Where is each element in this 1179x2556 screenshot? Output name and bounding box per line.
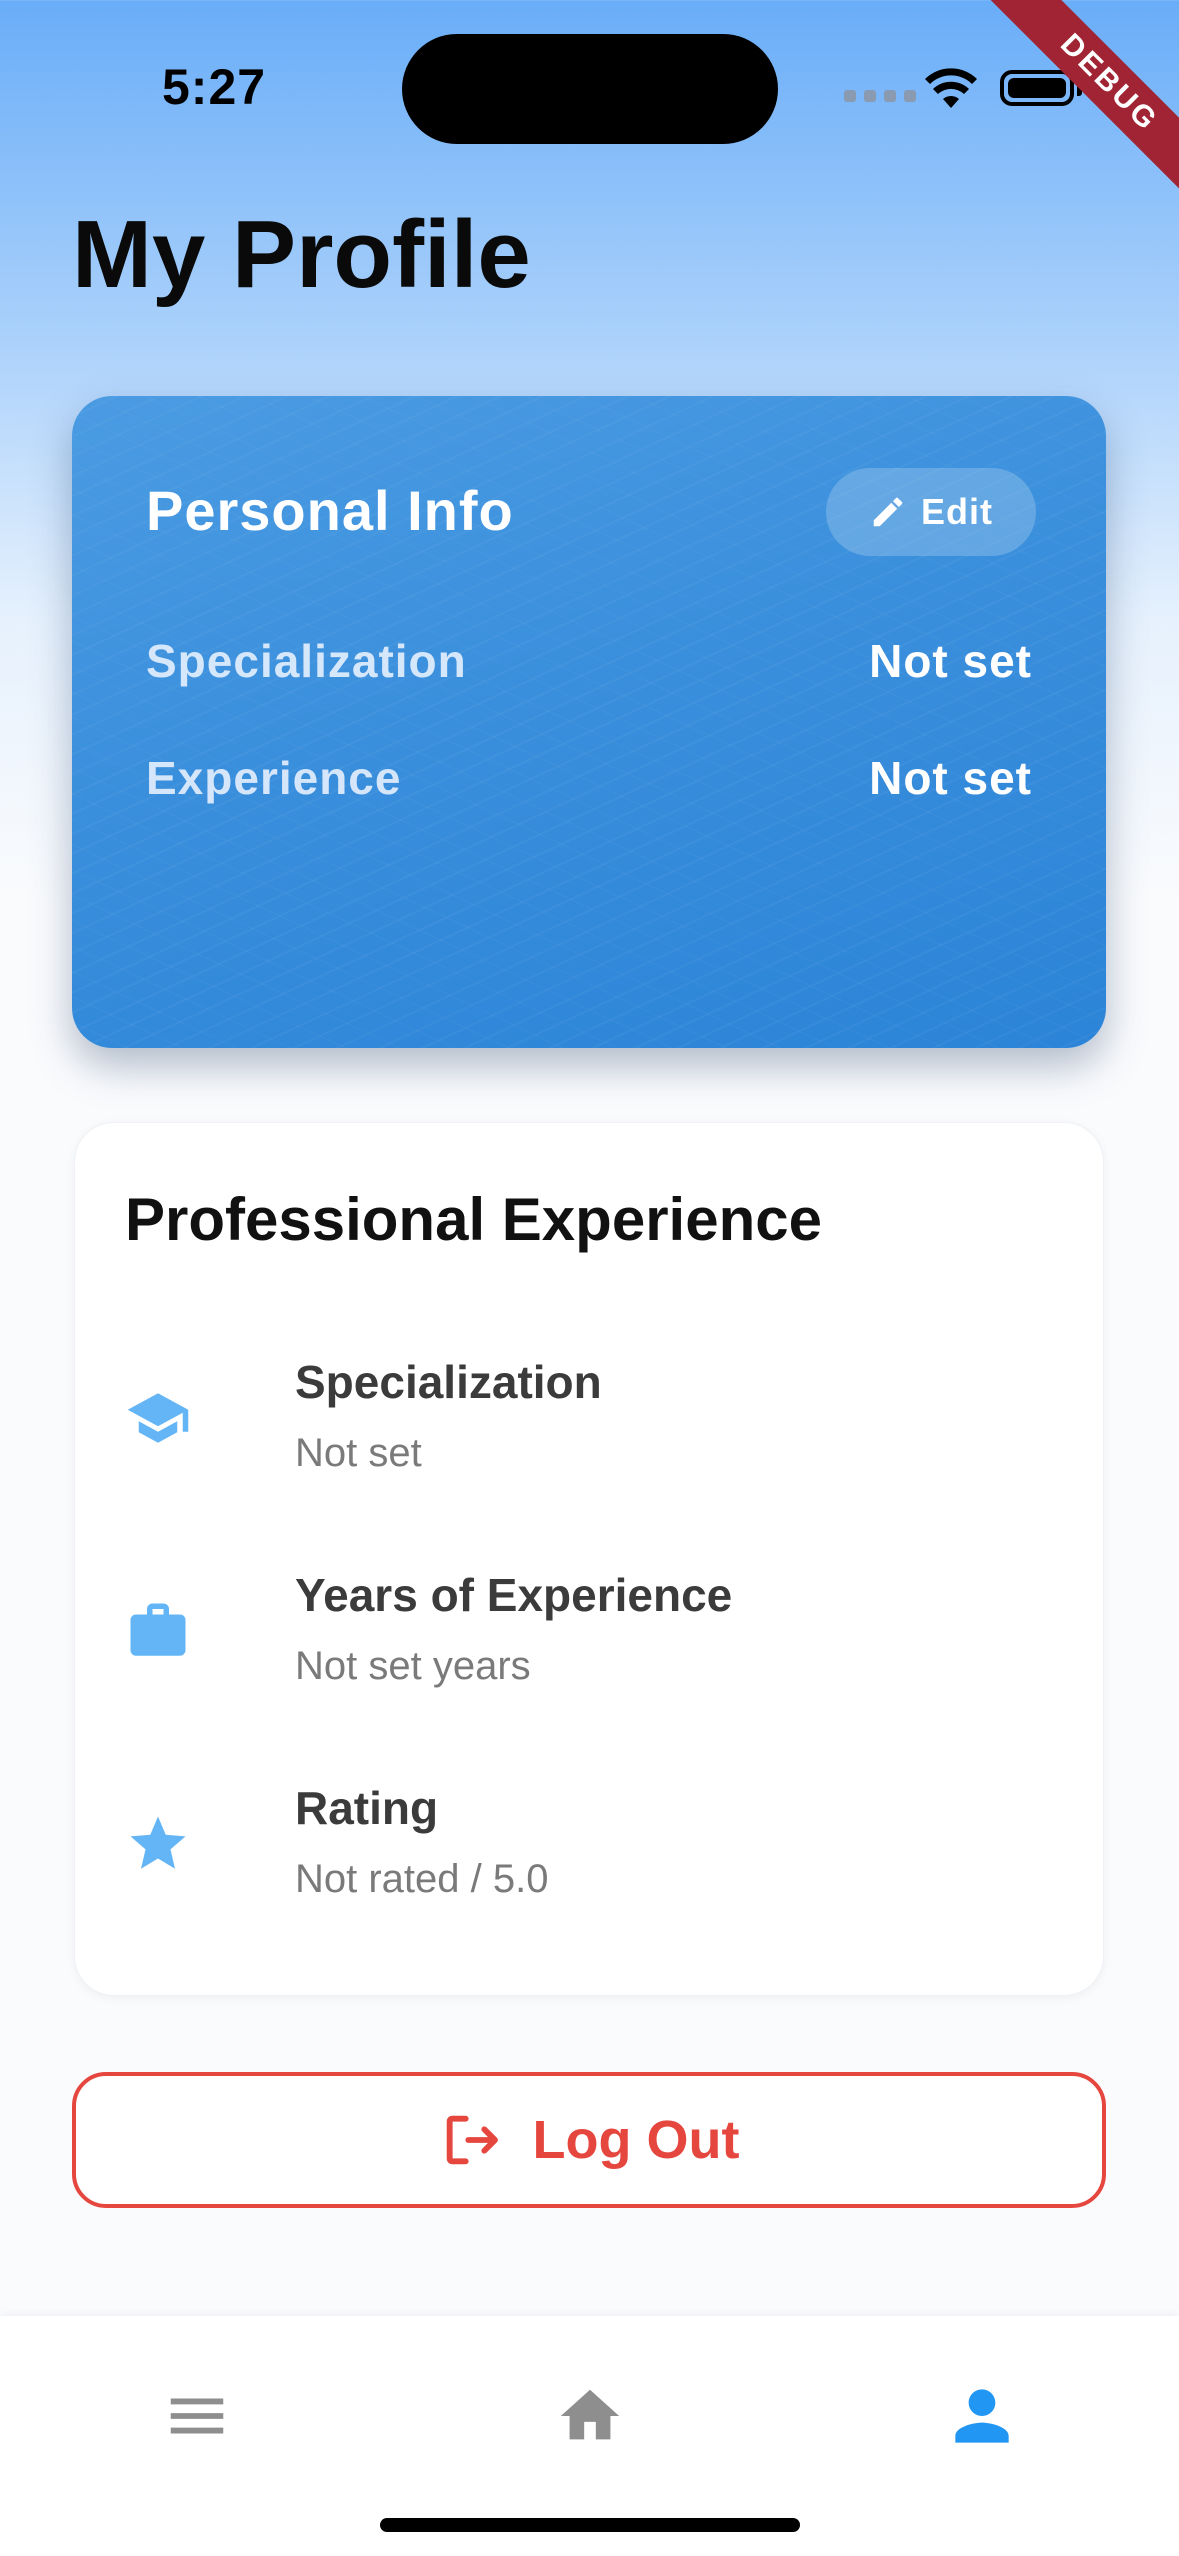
debug-banner: DEBUG [964, 0, 1179, 228]
menu-icon [170, 2398, 224, 2434]
years-of-experience-heading: Years of Experience [295, 1569, 733, 1621]
edit-button[interactable]: Edit [826, 468, 1036, 556]
logout-icon [446, 2115, 498, 2165]
professional-experience-card: Professional Experience Specialization N… [74, 1122, 1104, 1996]
briefcase-icon [130, 1603, 186, 1656]
list-item: Years of Experience Not set years [125, 1568, 1055, 1738]
person-icon [955, 2389, 1009, 2443]
logout-button[interactable]: Log Out [72, 2072, 1106, 2208]
home-indicator [380, 2518, 800, 2532]
specialization-label: Specialization [146, 635, 467, 687]
home-icon [560, 2389, 620, 2440]
nav-profile-button[interactable] [922, 2356, 1042, 2476]
years-of-experience-value: Not set years [295, 1644, 531, 1688]
nav-home-button[interactable] [530, 2356, 650, 2476]
pencil-icon [873, 497, 903, 527]
specialization-heading: Specialization [295, 1356, 602, 1408]
page-title: My Profile [72, 201, 531, 308]
experience-value: Not set [869, 752, 1032, 804]
personal-info-card: Personal Info Edit Specialization Not se… [72, 396, 1106, 1048]
logout-label: Log Out [532, 2110, 740, 2170]
specialization-value: Not set [295, 1431, 422, 1475]
rating-value: Not rated / 5.0 [295, 1857, 549, 1901]
professional-experience-title: Professional Experience [125, 1186, 822, 1253]
personal-info-title: Personal Info [146, 479, 514, 542]
bottom-navigation [0, 2316, 1179, 2556]
list-item: Rating Not rated / 5.0 [125, 1781, 1055, 1951]
cellular-signal-icon [844, 90, 916, 102]
dynamic-island [402, 34, 778, 144]
specialization-value: Not set [869, 635, 1032, 687]
nav-menu-button[interactable] [137, 2356, 257, 2476]
wifi-icon [925, 68, 977, 108]
list-item: Specialization Not set [125, 1355, 1055, 1525]
edit-label: Edit [921, 491, 993, 532]
graduation-cap-icon [127, 1393, 189, 1443]
battery-icon [1000, 70, 1074, 106]
star-icon [130, 1816, 186, 1869]
status-time: 5:27 [162, 59, 267, 115]
rating-heading: Rating [295, 1782, 439, 1834]
experience-label: Experience [146, 752, 402, 804]
